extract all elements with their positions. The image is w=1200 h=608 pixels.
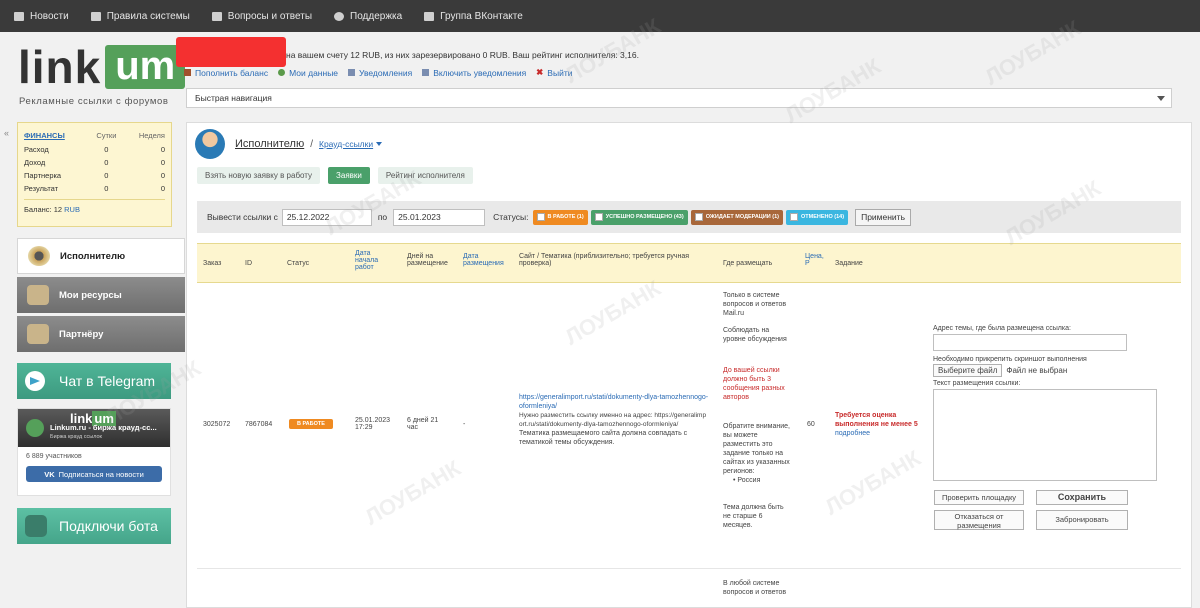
topic-url-input[interactable] (933, 334, 1127, 351)
logout-link[interactable]: ✖ Выйти (536, 67, 572, 78)
connect-bot-banner[interactable]: Подключи бота (17, 508, 171, 544)
status-badge: В РАБОТЕ (289, 419, 333, 429)
link-text-textarea[interactable] (933, 389, 1157, 481)
topup-balance-link[interactable]: Пополнить баланс (184, 67, 268, 78)
bot-icon (25, 515, 47, 537)
status-filter-moderation[interactable]: ОЖИДАЕТ МОДЕРАЦИИ (1) (690, 209, 783, 225)
performer-icon (28, 246, 50, 266)
tab-performer-rating[interactable]: Рейтинг исполнителя (377, 167, 473, 184)
quick-nav-select[interactable]: Быстрая навигация (186, 88, 1172, 108)
status-filter-in-work[interactable]: В РАБОТЕ (1) (532, 209, 588, 225)
sort-placed-date[interactable]: Дата размещения (463, 253, 511, 267)
my-data-link[interactable]: Мои данные (278, 67, 338, 78)
sidebar-item-performer[interactable]: Исполнителю (17, 238, 185, 274)
refuse-button[interactable]: Отказаться от размещения (934, 510, 1024, 530)
finance-table: ФИНАНСЫ Сутки Неделя Расход 0 0 Доход 0 0 Па… (24, 127, 165, 195)
collapse-sidebar-icon[interactable]: « (4, 128, 9, 138)
page-title[interactable]: Исполнителю (235, 138, 304, 150)
vk-widget: link um Linkum.ru - биржа крауд-сс... Бир… (17, 408, 171, 496)
check-site-button[interactable]: Проверить площадку (934, 490, 1024, 505)
status-filter-success[interactable]: УСПЕШНО РАЗМЕЩЕНО (43) (590, 209, 688, 225)
price-cell: 60 (807, 421, 815, 428)
site-cell: https://generalimport.ru/stati/dokumenty… (519, 393, 709, 446)
resources-icon (27, 285, 49, 305)
filter-bar: Вывести ссылки с 25.12.2022 по 25.01.202… (197, 201, 1181, 233)
page-header: Исполнителю / Крауд-ссылки (195, 129, 383, 159)
sidebar-item-partner[interactable]: Партнёру (17, 316, 185, 352)
tab-orders[interactable]: Заявки (328, 167, 370, 184)
account-links: Пополнить баланс Мои данные Уведомления … (184, 67, 582, 78)
wallet-icon (184, 69, 191, 76)
close-icon: ✖ (536, 67, 544, 77)
vk-avatar (26, 419, 44, 437)
finance-row: Результат 0 0 (24, 184, 165, 193)
topbar-support[interactable]: Поддержка (334, 11, 402, 22)
finance-widget: ФИНАНСЫ Сутки Неделя Расход 0 0 Доход 0 0 Па… (17, 122, 172, 227)
telegram-icon (25, 371, 45, 391)
site-tagline: Рекламные ссылки с форумов (19, 96, 169, 107)
date-from-input[interactable]: 25.12.2022 (281, 208, 372, 226)
crowd-links-dropdown[interactable]: Крауд-ссылки (319, 139, 373, 149)
chevron-down-icon (1157, 96, 1165, 101)
redacted-username (176, 37, 286, 67)
where-cell: Только в системе вопросов и ответов Mail… (723, 292, 790, 529)
balance-currency-link[interactable]: RUB (64, 205, 80, 214)
main-panel: Исполнителю / Крауд-ссылки Взять новую з… (186, 122, 1192, 608)
news-icon (14, 11, 24, 21)
group-icon (424, 11, 435, 21)
top-bar: Новости Правила системы Вопросы и ответы… (0, 0, 1200, 32)
apply-filter-button[interactable]: Применить (855, 208, 911, 226)
mail-icon (348, 69, 356, 76)
vk-banner[interactable]: link um Linkum.ru - биржа крауд-сс... Бир… (18, 409, 170, 447)
topbar-rules[interactable]: Правила системы (90, 11, 190, 22)
vk-group-sub: Биржа крауд ссылок (50, 434, 102, 440)
sidebar-item-my-resources[interactable]: Мои ресурсы (17, 277, 185, 313)
checkbox-icon (536, 213, 545, 221)
sort-price[interactable]: Цена, Р (805, 253, 829, 267)
submit-form: Адрес темы, где была размещена ссылка: Н… (933, 325, 1157, 481)
save-button[interactable]: Сохранить (1036, 490, 1128, 505)
account-summary: на вашем счету 12 RUB, из них зарезервир… (286, 50, 639, 60)
topbar-news[interactable]: Новости (14, 11, 69, 22)
sort-start-date[interactable]: Дата начала работ (355, 250, 385, 271)
performer-avatar-icon (195, 129, 225, 159)
vk-members: 6 889 участников (26, 453, 82, 460)
enable-notifications-link[interactable]: Включить уведомления (422, 67, 526, 78)
questions-icon (211, 11, 222, 21)
vk-group-name: Linkum.ru - биржа крауд-сс... (50, 423, 157, 432)
tab-take-new-order[interactable]: Взять новую заявку в работу (197, 167, 321, 184)
balance-line: Баланс: 12 RUB (24, 199, 165, 214)
checkbox-icon (789, 213, 798, 221)
choose-file-button[interactable]: Выберите файл (933, 364, 1003, 377)
finance-title[interactable]: ФИНАНСЫ (24, 127, 90, 143)
telegram-chat-banner[interactable]: Чат в Telegram (17, 363, 171, 399)
vk-subscribe-button[interactable]: VK Подписаться на новости (26, 466, 162, 482)
site-logo[interactable]: link um (18, 44, 186, 90)
table-header: Заказ ID Статус Дата начала работ Дней н… (197, 243, 1181, 283)
notifications-link[interactable]: Уведомления (348, 67, 412, 78)
support-icon (334, 11, 344, 21)
finance-row: Партнерка 0 0 (24, 171, 165, 180)
site-link[interactable]: https://generalimport.ru/stati/dokumenty… (519, 393, 709, 411)
topbar-vk-group[interactable]: Группа ВКонтакте (424, 11, 523, 22)
topbar-faq[interactable]: Вопросы и ответы (211, 11, 312, 22)
handshake-icon (27, 324, 49, 344)
checkbox-icon (594, 213, 603, 221)
mail-icon (422, 69, 430, 76)
chevron-down-icon (376, 142, 383, 146)
task-details-link[interactable]: подробнее (835, 430, 870, 437)
checkbox-icon (694, 213, 703, 221)
table-row: 3025072 7867084 В РАБОТЕ 25.01.2023 17:2… (197, 285, 1181, 569)
table-row: В любой системе вопросов и ответов (723, 580, 787, 596)
task-cell: Требуется оценка выполнения не менее 5 п… (835, 412, 918, 437)
book-button[interactable]: Забронировать (1036, 510, 1128, 530)
status-filter-cancelled[interactable]: ОТМЕНЕНО (14) (785, 209, 849, 225)
tab-bar: Взять новую заявку в работу Заявки Рейти… (197, 167, 481, 184)
vk-icon: VK (44, 469, 55, 479)
user-icon (278, 69, 286, 76)
date-to-input[interactable]: 25.01.2023 (393, 208, 486, 226)
finance-row: Расход 0 0 (24, 145, 165, 154)
finance-row: Доход 0 0 (24, 158, 165, 167)
document-icon (90, 11, 101, 21)
